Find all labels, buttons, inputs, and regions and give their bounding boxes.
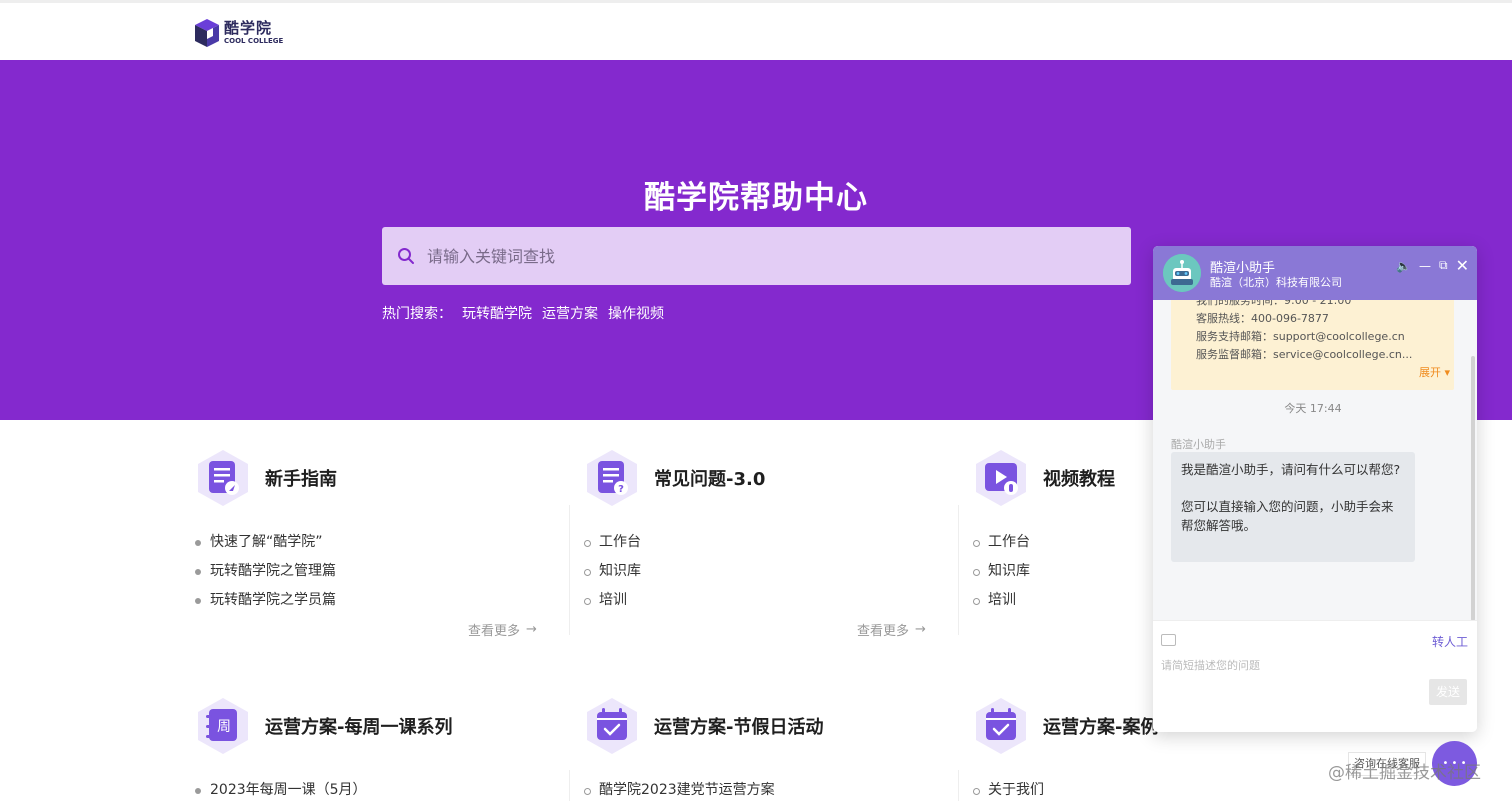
logo[interactable]: 酷学院 COOL COLLEGE [194,18,283,48]
message-sender: 酷渲小助手 [1171,438,1226,451]
list-item[interactable]: 酷学院2023建党节运营方案 [584,776,944,801]
notice-support-email: 服务支持邮箱：support@coolcollege.cn [1196,330,1405,343]
list-item[interactable]: 关于我们 [973,776,1333,801]
transfer-to-human-button[interactable]: 转人工 [1432,633,1468,650]
list-item[interactable]: 2023年每周一课（5月） [195,776,555,801]
calendar-check-icon [587,698,637,754]
hot-search-link[interactable]: 玩转酷学院 [462,303,532,323]
list-item[interactable]: 玩转酷学院之管理篇 [195,557,555,586]
hot-search-link[interactable]: 操作视频 [608,303,664,323]
category-title[interactable]: 新手指南 [265,465,337,491]
column-divider [569,505,570,635]
arrow-right-icon: → [915,622,926,637]
sound-icon[interactable]: 🔈 [1396,259,1411,273]
chat-message-input[interactable] [1161,657,1466,683]
cube-logo-icon [195,19,219,47]
bot-avatar [1163,254,1201,292]
hot-search-link[interactable]: 运营方案 [542,303,598,323]
calendar-check-icon [976,698,1026,754]
category-title[interactable]: 视频教程 [1043,465,1115,491]
watermark: @稀土掘金技术社区 [1328,763,1481,783]
robot-icon [1163,254,1201,292]
search-icon [398,248,414,264]
close-icon[interactable]: ✕ [1456,256,1469,275]
svg-text:?: ? [618,484,624,495]
weekly-calendar-icon: 周 [198,698,248,754]
company-name: 酷渲（北京）科技有限公司 [1210,276,1342,289]
logo-cn-text: 酷学院 [224,19,273,37]
see-more-label: 查看更多 [468,624,521,639]
chat-widget: 酷渲小助手 酷渲（北京）科技有限公司 🔈 — ⧉ ✕ 我们的服务时间：9:00 … [1153,246,1477,732]
send-button[interactable]: 发送 [1429,679,1467,705]
category-card: 运营方案-节假日活动 酷学院2023建党节运营方案 [584,696,944,801]
chat-input-area: 转人工 发送 [1153,620,1477,732]
message-text: 我是酷渲小助手，请问有什么可以帮您? [1181,462,1401,477]
category-title[interactable]: 运营方案-每周一课系列 [265,713,452,739]
message-timestamp: 今天 17:44 [1284,402,1342,415]
svg-text:周: 周 [217,719,231,735]
chat-header[interactable]: 酷渲小助手 酷渲（北京）科技有限公司 🔈 — ⧉ ✕ [1153,246,1477,300]
expand-link[interactable]: 展开 ▾ [1419,364,1450,380]
chat-bubble: 我是酷渲小助手，请问有什么可以帮您? 您可以直接输入您的问题，小助手会来帮您解答… [1171,452,1415,562]
category-card: 周 运营方案-每周一课系列 2023年每周一课（5月） [195,696,555,801]
list-item[interactable]: 培训 [584,586,944,615]
see-more-label: 查看更多 [857,624,910,639]
hot-searches: 热门搜索： 玩转酷学院 运营方案 操作视频 [382,303,664,323]
message-icon[interactable] [1161,634,1176,646]
category-card: 新手指南 快速了解“酷学院” 玩转酷学院之管理篇 玩转酷学院之学员篇 [195,448,555,615]
notice-hours: 我们的服务时间：9:00 - 21:00 [1196,300,1352,307]
hot-search-label: 热门搜索： [382,306,452,322]
notice-supervise-email: 服务监督邮箱：service@coolcollege.cn... [1196,348,1413,361]
minimize-icon[interactable]: — [1419,259,1431,273]
service-notice: 我们的服务时间：9:00 - 21:00 客服热线：400-096-7877 服… [1171,300,1454,390]
video-play-icon [976,450,1026,506]
chat-messages: 我们的服务时间：9:00 - 21:00 客服热线：400-096-7877 服… [1153,300,1477,620]
category-card: ? 常见问题-3.0 工作台 知识库 培训 [584,448,944,615]
notice-hotline: 客服热线：400-096-7877 [1196,312,1329,325]
top-bar: 酷学院 COOL COLLEGE [0,0,1512,60]
document-pen-icon [198,450,248,506]
list-item[interactable]: 知识库 [584,557,944,586]
category-title[interactable]: 常见问题-3.0 [654,465,765,491]
category-title[interactable]: 运营方案-节假日活动 [654,713,823,739]
page-title: 酷学院帮助中心 [644,180,868,216]
logo-en-text: COOL COLLEGE [224,37,284,45]
arrow-right-icon: → [526,622,537,637]
see-more-link[interactable]: 查看更多 → [468,620,537,639]
column-divider [958,770,959,801]
message-text: 您可以直接输入您的问题，小助手会来帮您解答哦。 [1181,499,1394,533]
column-divider [958,505,959,635]
chat-scrollbar[interactable] [1471,356,1475,621]
list-item[interactable]: 快速了解“酷学院” [195,528,555,557]
list-item[interactable]: 玩转酷学院之学员篇 [195,586,555,615]
search-input[interactable] [427,246,1107,266]
see-more-link[interactable]: 查看更多 → [857,620,926,639]
list-item[interactable]: 工作台 [584,528,944,557]
column-divider [569,770,570,801]
search-bar[interactable] [382,227,1131,285]
document-question-icon: ? [587,450,637,506]
popout-icon[interactable]: ⧉ [1439,258,1448,273]
category-title[interactable]: 运营方案-案例 [1043,713,1158,739]
